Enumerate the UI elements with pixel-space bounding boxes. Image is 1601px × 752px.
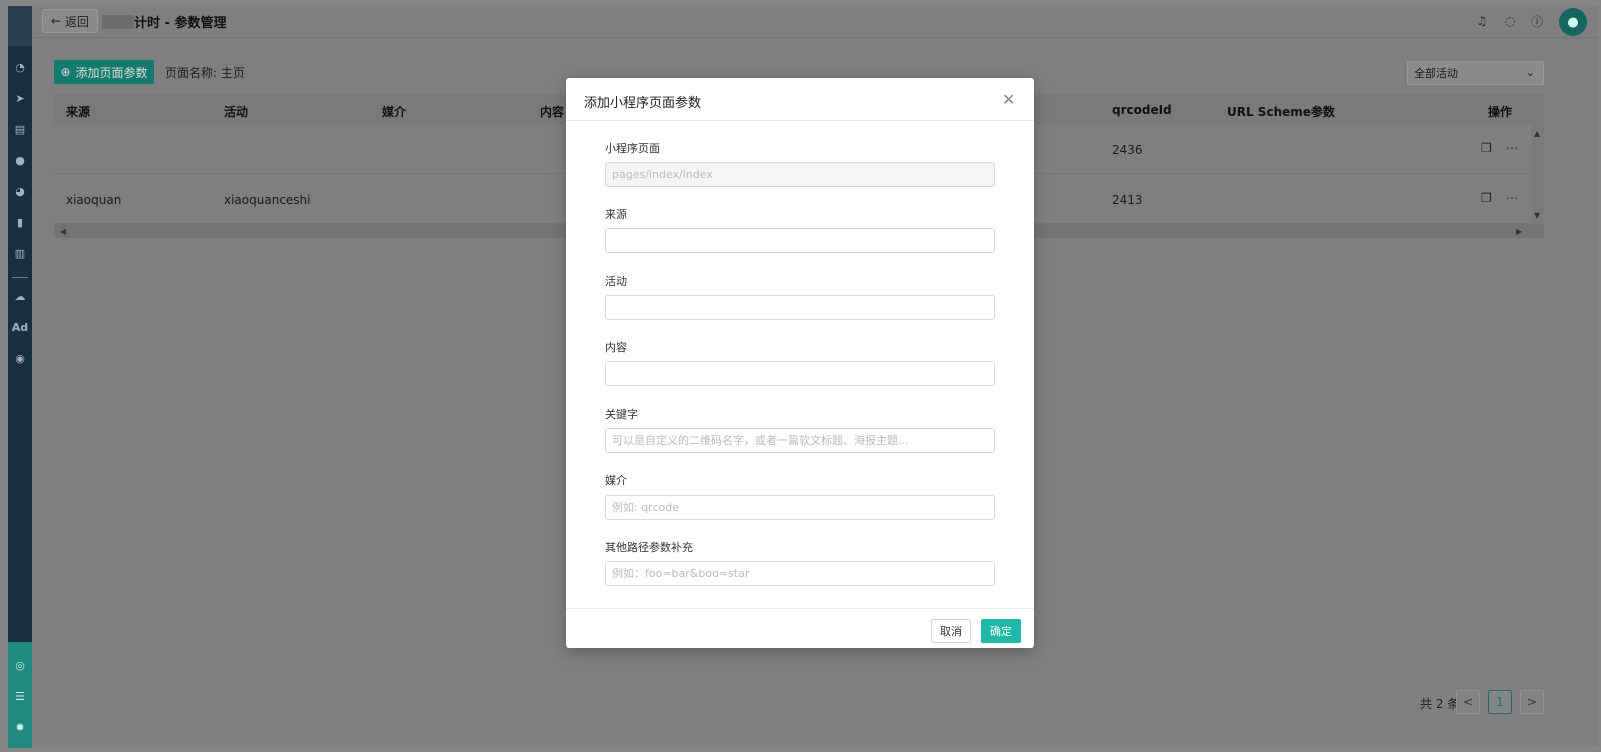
col-source: 来源 — [66, 105, 91, 119]
add-button-label: 添加页面参数 — [75, 65, 148, 80]
more-icon[interactable]: ⋯ — [1506, 141, 1518, 155]
col-content: 内容 — [540, 105, 565, 119]
page-1-button[interactable]: 1 — [1488, 690, 1512, 714]
sidebar-logo — [8, 6, 32, 46]
arrow-left-icon: ← — [50, 14, 62, 28]
plus-circle-icon: ⊕ — [60, 65, 71, 79]
ad-icon[interactable]: Ad — [8, 316, 32, 338]
topbar: ← 返回 计时 - 参数管理 ♫ ◌ ⓘ ● — [32, 6, 1598, 38]
layout-icon[interactable]: ▤ — [8, 118, 32, 140]
field-label-activity: 活动 — [605, 275, 627, 288]
confirm-button[interactable]: 确定 — [981, 619, 1021, 643]
col-activity: 活动 — [224, 105, 249, 119]
vertical-scrollbar[interactable]: ▲ ▼ — [1531, 125, 1544, 224]
col-qrcode-id: qrcodeId — [1112, 103, 1172, 117]
next-page-button[interactable]: > — [1520, 690, 1544, 714]
send-icon[interactable]: ➤ — [8, 87, 32, 109]
bell-icon[interactable]: ♫ — [1474, 13, 1490, 29]
cell-activity: xiaoquanceshi — [224, 193, 311, 207]
dialog-header: 添加小程序页面参数 ✕ — [566, 78, 1034, 121]
copy-icon[interactable]: ❐ — [1481, 141, 1492, 155]
field-label-source: 来源 — [605, 208, 627, 221]
cell-qrcode-id: 2413 — [1112, 193, 1143, 207]
cancel-button[interactable]: 取消 — [931, 619, 971, 643]
analytics-icon[interactable]: ◎ — [8, 654, 32, 676]
app-frame: ◔ ➤ ▤ ● ◕ ▮ ▥ ☁ Ad ◉ ◎ ☰ ✹ ← 返回 计时 - 参数管… — [0, 0, 1601, 752]
chevron-down-icon: ⌄ — [1525, 66, 1535, 79]
activity-select[interactable]: 全部活动 ⌄ — [1407, 61, 1544, 85]
activity-input[interactable] — [605, 295, 995, 320]
col-url-scheme: URL Scheme参数 — [1227, 105, 1335, 119]
prev-page-button[interactable]: < — [1456, 690, 1480, 714]
page-name-label: 页面名称: 主页 — [165, 66, 245, 80]
field-label-medium: 媒介 — [605, 474, 627, 487]
activity-select-value: 全部活动 — [1414, 67, 1458, 80]
field-label-page: 小程序页面 — [605, 142, 660, 155]
source-input[interactable] — [605, 228, 995, 253]
page-path-input — [605, 162, 995, 187]
col-actions: 操作 — [1488, 105, 1513, 119]
help-icon[interactable]: ⓘ — [1529, 13, 1545, 29]
database-icon[interactable]: ☰ — [8, 685, 32, 707]
keyword-input[interactable] — [605, 428, 995, 453]
scroll-left-icon[interactable]: ◀ — [60, 227, 66, 236]
field-label-keyword: 关键字 — [605, 408, 638, 421]
sidebar: ◔ ➤ ▤ ● ◕ ▮ ▥ ☁ Ad ◉ ◎ ☰ ✹ — [8, 6, 32, 748]
back-button[interactable]: ← 返回 — [42, 9, 98, 33]
extra-params-input[interactable] — [605, 561, 995, 586]
sidebar-bottom: ◎ ☰ ✹ — [8, 642, 32, 748]
pagination-total: 共 2 条 — [1420, 697, 1460, 711]
bookmark-icon[interactable]: ▮ — [8, 211, 32, 233]
cell-qrcode-id: 2436 — [1112, 143, 1143, 157]
sidebar-divider — [12, 277, 28, 278]
settings-icon[interactable]: ✹ — [8, 716, 32, 738]
play-icon[interactable]: ◉ — [8, 347, 32, 369]
users-icon[interactable]: ◕ — [8, 180, 32, 202]
add-param-dialog: 添加小程序页面参数 ✕ 小程序页面 来源 活动 内容 关键字 媒介 其他路径参数… — [566, 78, 1034, 648]
medium-input[interactable] — [605, 495, 995, 520]
content-input[interactable] — [605, 361, 995, 386]
scroll-right-icon[interactable]: ▶ — [1516, 227, 1522, 236]
dashboard-icon[interactable]: ◔ — [8, 56, 32, 78]
back-label: 返回 — [65, 14, 90, 29]
wechat-icon[interactable]: ☁ — [8, 285, 32, 307]
chat-icon[interactable]: ◌ — [1502, 13, 1518, 29]
cell-source: xiaoquan — [66, 193, 122, 207]
title-redaction — [102, 15, 134, 29]
add-page-param-button[interactable]: ⊕ 添加页面参数 — [54, 60, 154, 84]
dialog-title: 添加小程序页面参数 — [584, 96, 702, 111]
dialog-footer: 取消 确定 — [566, 608, 1034, 648]
copy-icon[interactable]: ❐ — [1481, 191, 1492, 205]
close-icon[interactable]: ✕ — [1002, 90, 1015, 109]
scroll-down-icon[interactable]: ▼ — [1534, 211, 1540, 220]
user-icon[interactable]: ● — [8, 149, 32, 171]
field-label-extra-params: 其他路径参数补充 — [605, 541, 693, 554]
col-medium: 媒介 — [382, 105, 407, 119]
scroll-up-icon[interactable]: ▲ — [1534, 129, 1540, 138]
field-label-content: 内容 — [605, 341, 627, 354]
avatar[interactable]: ● — [1559, 8, 1587, 36]
more-icon[interactable]: ⋯ — [1506, 191, 1518, 205]
page-title: 计时 - 参数管理 — [134, 16, 227, 31]
user-avatar-icon: ● — [1567, 14, 1579, 30]
bar-chart-icon[interactable]: ▥ — [8, 242, 32, 264]
